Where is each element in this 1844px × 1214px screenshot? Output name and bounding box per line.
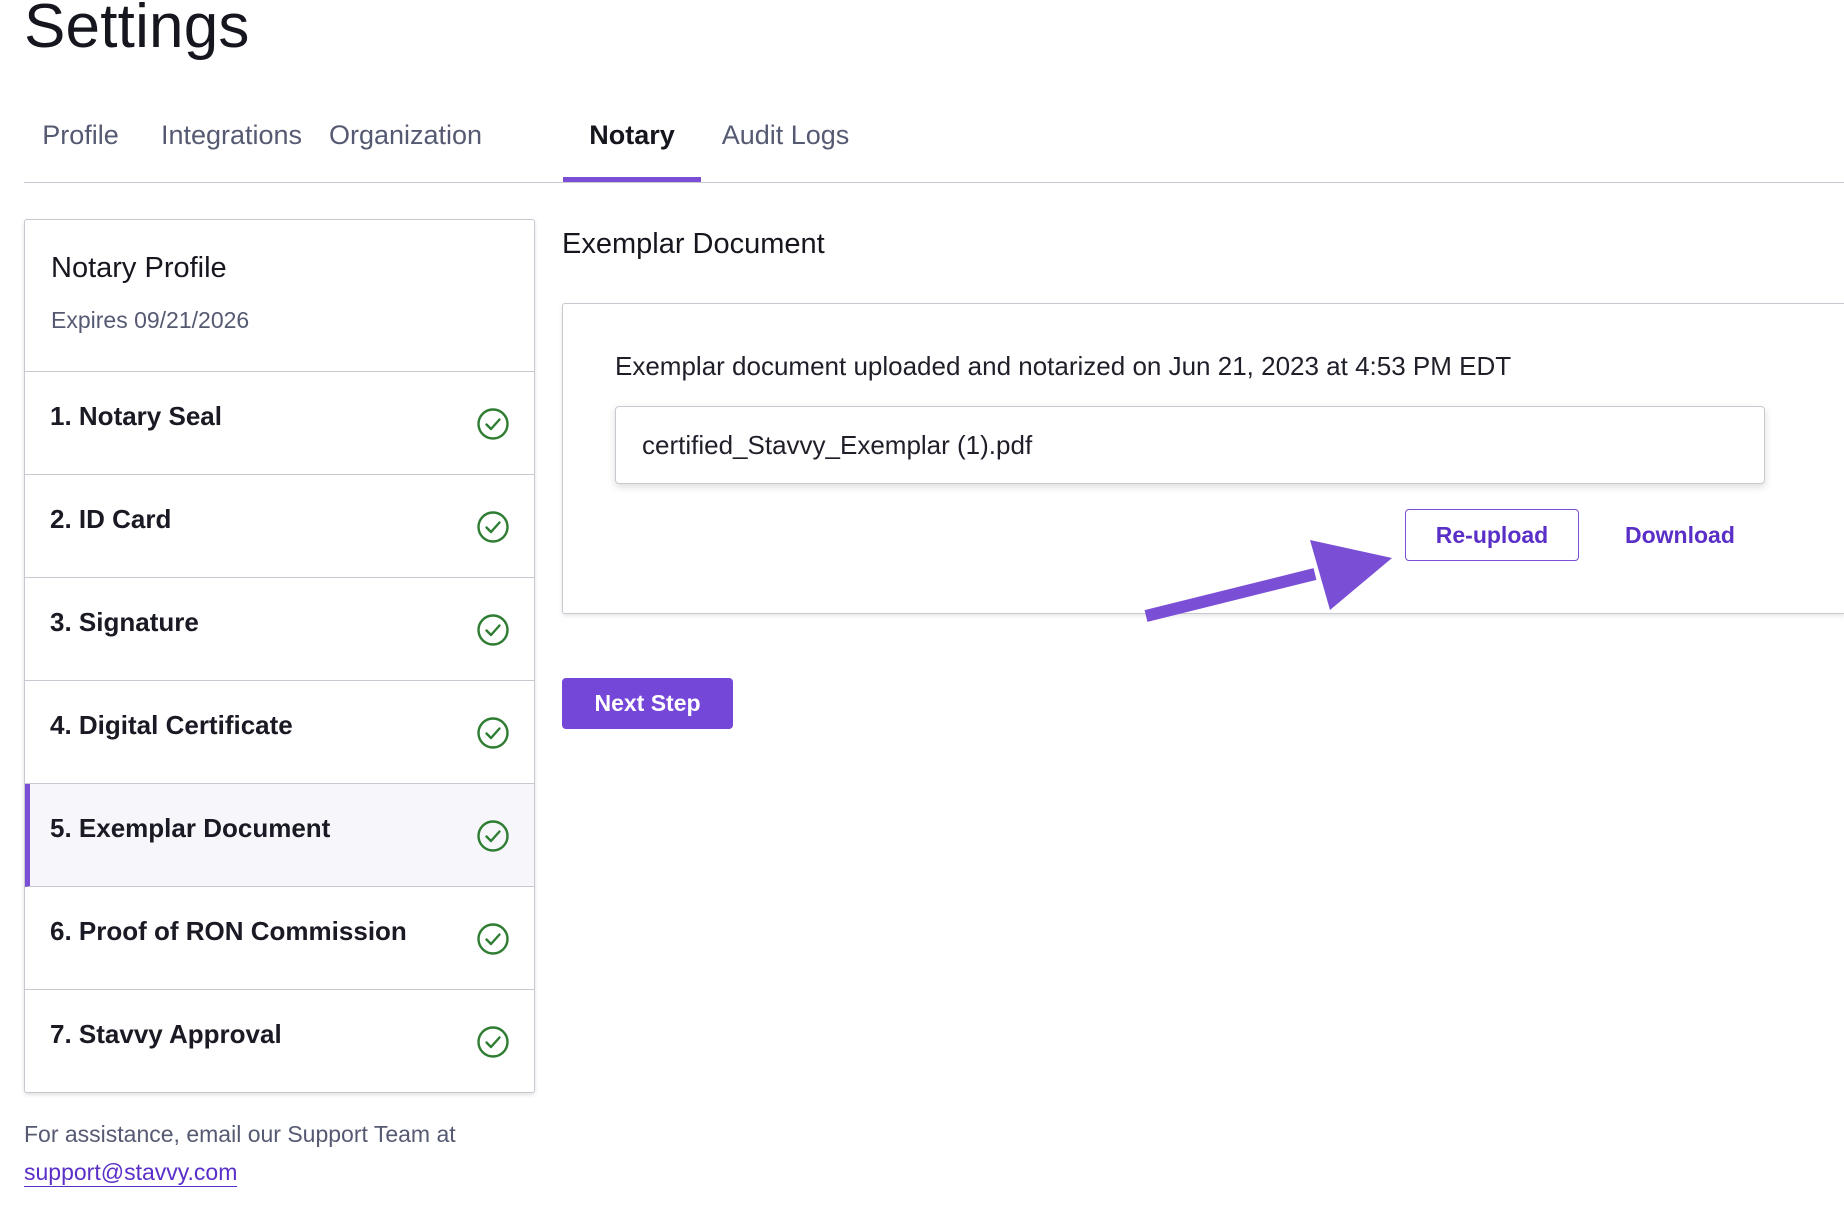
step-label: 7. Stavvy Approval — [50, 1019, 282, 1049]
check-circle-icon — [477, 614, 509, 646]
tab-profile[interactable]: Profile — [24, 110, 137, 182]
download-link[interactable]: Download — [1625, 520, 1735, 550]
next-step-button[interactable]: Next Step — [562, 678, 733, 729]
notary-profile-header: Notary Profile Expires 09/21/2026 — [25, 220, 534, 372]
step-notary-seal[interactable]: 1. Notary Seal — [25, 372, 534, 475]
check-circle-icon — [477, 923, 509, 955]
step-label: 2. ID Card — [50, 504, 172, 534]
uploaded-file-field[interactable]: certified_Stavvy_Exemplar (1).pdf — [615, 406, 1765, 484]
check-circle-icon — [477, 820, 509, 852]
tab-integrations[interactable]: Integrations — [155, 110, 308, 182]
step-id-card[interactable]: 2. ID Card — [25, 475, 534, 578]
step-proof-of-ron-commission[interactable]: 6. Proof of RON Commission — [25, 887, 534, 990]
step-label: 1. Notary Seal — [50, 401, 222, 431]
upload-status-text: Exemplar document uploaded and notarized… — [615, 351, 1512, 381]
support-help-text: For assistance, email our Support Team a… — [24, 1121, 456, 1147]
step-label: 4. Digital Certificate — [50, 710, 293, 740]
step-stavvy-approval[interactable]: 7. Stavvy Approval — [25, 990, 534, 1092]
step-digital-certificate[interactable]: 4. Digital Certificate — [25, 681, 534, 784]
settings-page: Settings Profile Integrations Organizati… — [0, 0, 1844, 1214]
section-title: Exemplar Document — [562, 228, 825, 260]
check-circle-icon — [477, 511, 509, 543]
step-label: 6. Proof of RON Commission — [50, 916, 407, 946]
step-label: 3. Signature — [50, 607, 199, 637]
check-circle-icon — [477, 1026, 509, 1058]
support-email-link[interactable]: support@stavvy.com — [24, 1158, 238, 1187]
check-circle-icon — [477, 408, 509, 440]
reupload-button[interactable]: Re-upload — [1405, 509, 1579, 561]
arrow-icon — [1144, 540, 1392, 622]
step-exemplar-document[interactable]: 5. Exemplar Document — [25, 784, 534, 887]
notary-steps-panel: Notary Profile Expires 09/21/2026 1. Not… — [24, 219, 535, 1093]
page-title: Settings — [24, 0, 250, 61]
tab-audit-logs[interactable]: Audit Logs — [720, 110, 851, 182]
notary-profile-expires: Expires 09/21/2026 — [51, 307, 250, 333]
check-circle-icon — [477, 717, 509, 749]
notary-profile-title: Notary Profile — [51, 252, 227, 284]
step-signature[interactable]: 3. Signature — [25, 578, 534, 681]
settings-tabs: Profile Integrations Organization Notary… — [24, 110, 1844, 183]
step-label: 5. Exemplar Document — [50, 813, 331, 843]
tab-notary[interactable]: Notary — [563, 110, 701, 182]
tab-organization[interactable]: Organization — [326, 110, 485, 182]
